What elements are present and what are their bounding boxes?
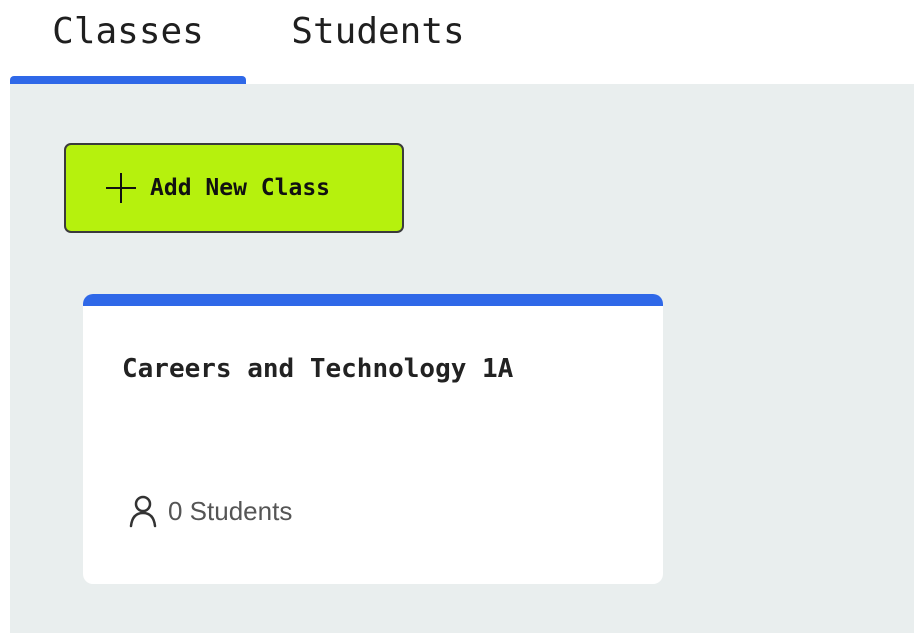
plus-icon xyxy=(106,173,136,203)
tab-bar: Classes Students xyxy=(0,0,914,84)
add-new-class-button[interactable]: Add New Class xyxy=(64,143,404,233)
student-count-row: 0 Students xyxy=(128,494,292,528)
student-count: 0 Students xyxy=(168,495,293,526)
class-title: Careers and Technology 1A xyxy=(122,354,514,384)
tab-classes[interactable]: Classes xyxy=(10,0,246,84)
card-accent-bar xyxy=(83,294,663,306)
active-tab-indicator xyxy=(10,76,246,84)
add-new-class-label: Add New Class xyxy=(150,175,331,201)
class-card[interactable]: Careers and Technology 1A 0 Students xyxy=(83,294,663,584)
classes-panel: Add New Class Careers and Technology 1A … xyxy=(10,84,914,633)
tab-students[interactable]: Students xyxy=(268,0,488,84)
person-icon xyxy=(129,495,157,528)
